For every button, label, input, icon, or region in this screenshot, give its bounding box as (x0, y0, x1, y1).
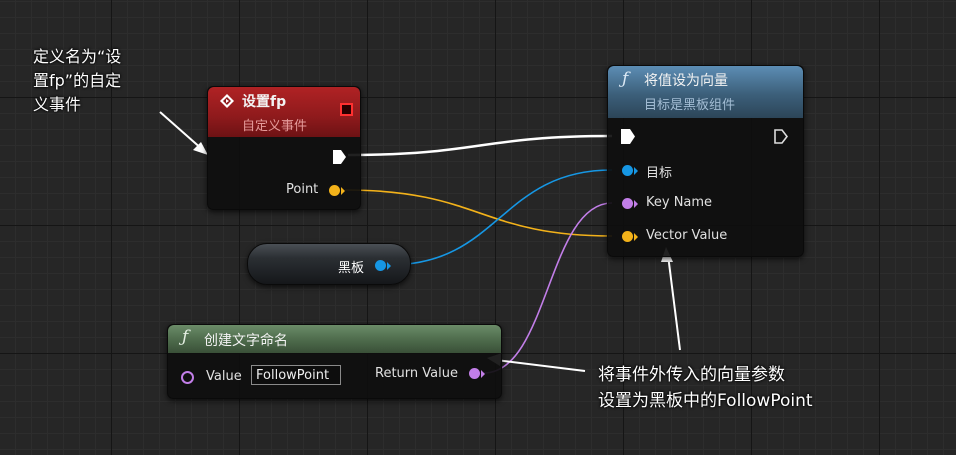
name-wire[interactable] (483, 202, 613, 374)
set-vector-subtitle: 目标是黑板组件 (644, 98, 736, 113)
event-delegate-pin[interactable] (340, 103, 353, 116)
vector-value-input-arrow (634, 233, 638, 241)
exec-out-pin[interactable] (333, 149, 346, 164)
key-name-input-arrow (634, 200, 638, 208)
annotation-event-line-1: 定义名为“设 (33, 47, 122, 66)
point-output-label: Point (286, 182, 319, 197)
vector-value-label: Vector Value (646, 228, 728, 243)
annotation-bottom-note: 将事件外传入的向量参数 设置为黑板中的FollowPoint (598, 362, 813, 414)
event-subtitle: 自定义事件 (242, 119, 308, 134)
make-literal-name-node[interactable]: ƒ 创建文字命名 Value FollowPoint Return Value (167, 324, 502, 399)
value-input-pin[interactable] (181, 371, 194, 384)
exec-out-pin[interactable] (774, 129, 789, 144)
return-value-arrow (481, 370, 485, 378)
target-input-pin[interactable] (622, 165, 633, 176)
target-input-arrow (634, 167, 638, 175)
custom-event-node[interactable]: 设置fp 自定义事件 Point (207, 86, 361, 210)
return-value-label: Return Value (375, 366, 458, 381)
function-f-icon: ƒ (182, 327, 189, 347)
blackboard-variable-node[interactable]: 黑板 (247, 243, 411, 285)
key-name-input-pin[interactable] (622, 198, 633, 209)
graph-canvas[interactable]: 设置fp 自定义事件 Point ƒ 将值设为向量 目标是黑板组件 目标 Key… (0, 0, 956, 455)
event-title: 设置fp (242, 94, 287, 110)
annotation-arrow-vector (661, 247, 681, 351)
annotation-event-note: 定义名为“设 置fp”的自定 义事件 (33, 45, 121, 117)
annotation-event-line-2: 置fp”的自定 (33, 71, 122, 90)
vector-wire[interactable] (344, 189, 613, 237)
blackboard-label: 黑板 (338, 261, 365, 276)
key-name-label: Key Name (646, 195, 713, 210)
exec-in-pin[interactable] (621, 129, 635, 144)
set-vector-title: 将值设为向量 (644, 73, 728, 89)
set-value-as-vector-node[interactable]: ƒ 将值设为向量 目标是黑板组件 目标 Key Name Vector Valu… (607, 65, 804, 257)
blackboard-output-pin[interactable] (375, 260, 386, 271)
blackboard-output-arrow (387, 262, 391, 270)
blackboard-wire[interactable] (388, 169, 613, 266)
value-text-input[interactable]: FollowPoint (251, 365, 341, 385)
annotation-bottom-line-2: 设置为黑板中的FollowPoint (598, 391, 813, 411)
annotation-bottom-line-1: 将事件外传入的向量参数 (598, 365, 785, 385)
return-value-pin[interactable] (469, 368, 480, 379)
value-label: Value (206, 369, 242, 384)
make-name-title: 创建文字命名 (204, 333, 288, 349)
function-f-icon: ƒ (622, 69, 629, 89)
annotation-arrow-event (159, 111, 208, 155)
annotation-event-line-3: 义事件 (33, 95, 82, 114)
diamond-event-icon (220, 93, 234, 108)
target-label: 目标 (646, 166, 673, 181)
point-output-arrow (341, 187, 345, 195)
vector-value-input-pin[interactable] (622, 231, 633, 242)
point-output-pin[interactable] (329, 185, 340, 196)
exec-wire[interactable] (347, 134, 613, 157)
